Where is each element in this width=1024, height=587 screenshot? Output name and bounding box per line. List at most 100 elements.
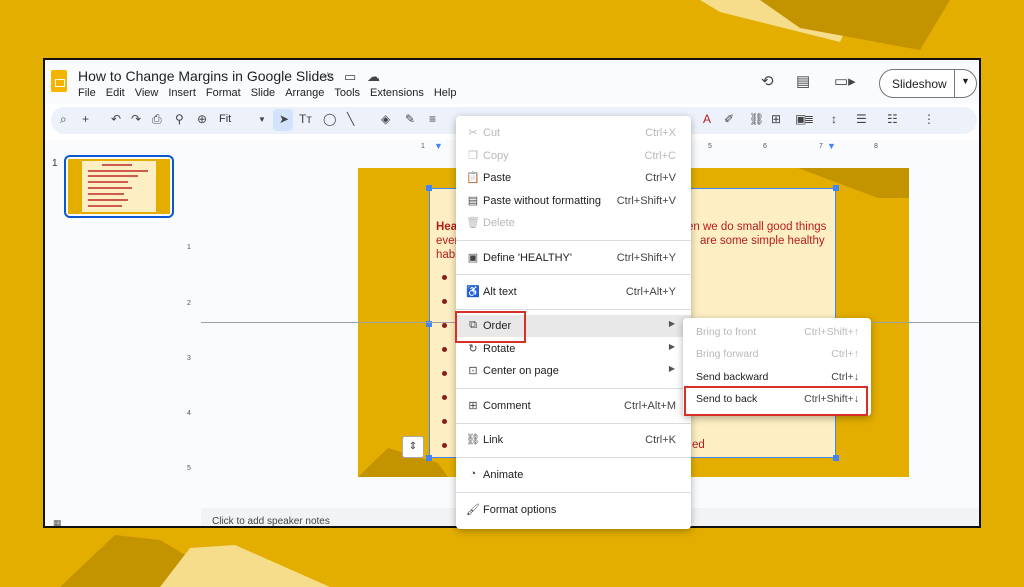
trash-icon: 🗑 (466, 217, 480, 229)
dictionary-icon: ▣ (467, 252, 479, 264)
menu-insert[interactable]: Insert (168, 87, 196, 99)
scissors-icon: ✂ (468, 127, 478, 139)
comment-icon: ⊞ (468, 400, 478, 412)
document-title[interactable]: How to Change Margins in Google Slides (78, 68, 334, 84)
bulleted-list-icon[interactable]: ☰ (856, 112, 867, 126)
grid-view-icon[interactable]: ▦ (53, 518, 62, 526)
select-cursor-icon[interactable]: ➤ (279, 112, 289, 126)
submenu-item-bring-forward[interactable]: Bring forward Ctrl+↑ (683, 343, 871, 365)
menu-format[interactable]: Format (206, 87, 241, 99)
new-slide-icon[interactable]: + (82, 112, 89, 126)
accessibility-icon: ♿ (466, 286, 480, 298)
zoom-select[interactable]: Fit (219, 113, 231, 125)
body-text-line: habi (436, 249, 458, 261)
submenu-arrow-icon: ▶ (668, 342, 675, 351)
cloud-status-icon[interactable]: ☁ (367, 69, 380, 85)
link-icon: ⛓ (466, 434, 480, 446)
ruler-tick: 3 (187, 355, 191, 362)
resize-handle[interactable] (426, 455, 432, 461)
vertical-align-icon[interactable]: ⇕ (402, 436, 424, 458)
slide-number: 1 (52, 158, 58, 169)
line-spacing-icon[interactable]: ↕ (831, 112, 837, 126)
highlight-icon[interactable]: ✐ (724, 112, 734, 126)
fill-color-icon[interactable]: ◈ (381, 112, 390, 126)
speaker-notes-placeholder: Click to add speaker notes (212, 516, 330, 527)
paste-plain-icon: ▤ (467, 195, 479, 207)
move-folder-icon[interactable]: ▭ (344, 69, 356, 85)
right-indent-marker[interactable]: ▼ (827, 141, 836, 151)
shape-icon[interactable]: ◯ (323, 112, 336, 126)
zoom-chevron-icon[interactable]: ▼ (258, 115, 266, 124)
ruler-tick: 4 (187, 410, 191, 417)
menu-slide[interactable]: Slide (251, 87, 275, 99)
submenu-arrow-icon: ▶ (668, 364, 675, 373)
numbered-list-icon[interactable]: ☷ (887, 112, 898, 126)
align-icon[interactable]: ≣ (804, 112, 814, 126)
menu-extensions[interactable]: Extensions (370, 87, 424, 99)
menu-help[interactable]: Help (434, 87, 457, 99)
redo-icon[interactable]: ↷ (131, 112, 141, 126)
slideshow-button[interactable]: Slideshow ▼ (879, 69, 977, 98)
submenu-item-send-backward[interactable]: Send backward Ctrl+↓ (683, 366, 871, 388)
menu-item-comment[interactable]: ⊞ Comment Ctrl+Alt+M (456, 395, 691, 417)
comments-icon[interactable]: ▤ (796, 72, 810, 90)
star-icon[interactable]: ☆ (322, 69, 334, 85)
ruler-tick: 2 (187, 300, 191, 307)
left-indent-marker[interactable]: ▼ (434, 141, 443, 151)
ruler-tick: 8 (874, 143, 878, 150)
menu-tools[interactable]: Tools (334, 87, 360, 99)
meet-icon[interactable]: ▭▸ (834, 72, 856, 90)
menu-item-center-on-page[interactable]: ⊡ Center on page ▶ (456, 360, 691, 382)
more-options-icon[interactable]: ⋮ (923, 112, 935, 126)
bullet (442, 371, 447, 376)
menu-arrange[interactable]: Arrange (285, 87, 324, 99)
slide-filmstrip: 1 (45, 140, 201, 526)
menu-item-alt-text[interactable]: ♿ Alt text Ctrl+Alt+Y (456, 281, 691, 303)
slide-thumbnail[interactable] (64, 155, 174, 218)
resize-handle[interactable] (833, 455, 839, 461)
menu-item-animate[interactable]: ◔ Animate (456, 464, 691, 486)
order-highlight-box (455, 311, 526, 343)
body-text-line: are some simple healthy (700, 235, 825, 247)
search-menus-icon[interactable]: ⌕ (60, 112, 67, 127)
chevron-down-icon[interactable]: ▼ (961, 76, 970, 86)
menu-item-delete[interactable]: 🗑 Delete (456, 212, 691, 234)
menu-item-format-options[interactable]: 🖌 Format options (456, 499, 691, 521)
border-weight-icon[interactable]: ≡ (429, 112, 436, 126)
menu-bar: File Edit View Insert Format Slide Arran… (78, 87, 456, 99)
menu-item-define[interactable]: ▣ Define 'HEALTHY' Ctrl+Shift+Y (456, 247, 691, 269)
print-icon[interactable]: ⎙ (152, 112, 162, 127)
title-bar: How to Change Margins in Google Slides ☆… (45, 60, 979, 104)
undo-icon[interactable]: ↶ (111, 112, 121, 126)
body-text-line: en we do small good things (687, 221, 827, 233)
ruler-tick: 7 (819, 143, 823, 150)
version-history-icon[interactable]: ⟲ (761, 72, 774, 90)
menu-view[interactable]: View (135, 87, 159, 99)
menu-item-paste[interactable]: 📋 Paste Ctrl+V (456, 167, 691, 189)
bullet (442, 299, 447, 304)
menu-item-copy[interactable]: ❐ Copy Ctrl+C (456, 145, 691, 167)
resize-handle[interactable] (426, 185, 432, 191)
menu-item-link[interactable]: ⛓ Link Ctrl+K (456, 429, 691, 451)
copy-icon: ❐ (468, 150, 478, 162)
insert-comment-icon[interactable]: ⊞ (771, 112, 781, 126)
resize-handle[interactable] (833, 185, 839, 191)
center-icon: ⊡ (468, 365, 478, 377)
text-color-icon[interactable]: A (703, 112, 711, 126)
menu-item-paste-without-formatting[interactable]: ▤ Paste without formatting Ctrl+Shift+V (456, 190, 691, 212)
slides-logo[interactable] (51, 70, 67, 92)
zoom-icon[interactable]: ⊕ (197, 112, 207, 126)
menu-edit[interactable]: Edit (106, 87, 125, 99)
text-box-icon[interactable]: Tт (299, 112, 312, 126)
menu-item-cut[interactable]: ✂ Cut Ctrl+X (456, 122, 691, 144)
body-text-line: ed (692, 439, 705, 451)
slideshow-label: Slideshow (892, 77, 947, 91)
submenu-item-bring-to-front[interactable]: Bring to front Ctrl+Shift+↑ (683, 321, 871, 343)
border-color-icon[interactable]: ✎ (405, 112, 415, 126)
vertical-ruler: 1 2 3 4 5 (187, 160, 199, 520)
paint-format-icon[interactable]: ⚲ (175, 112, 184, 126)
paste-icon: 📋 (466, 172, 480, 184)
line-icon[interactable]: ╲ (347, 112, 354, 126)
link-toolbar-icon[interactable]: ⛓ (749, 112, 764, 126)
menu-file[interactable]: File (78, 87, 96, 99)
